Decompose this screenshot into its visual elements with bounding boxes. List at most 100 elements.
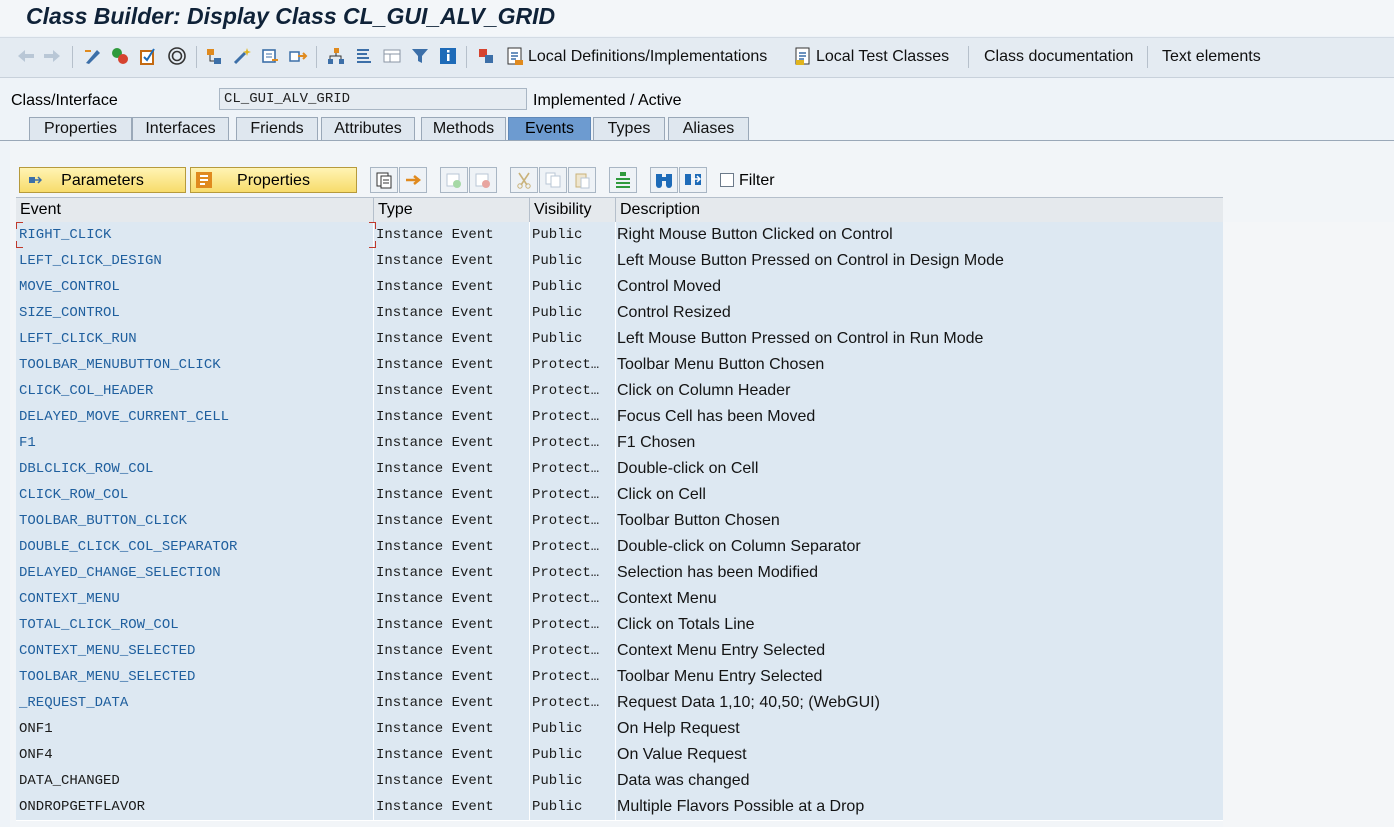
paste-icon[interactable] [568,167,596,193]
table-row[interactable]: SIZE_CONTROL Instance Event Public Control … [16,300,1223,327]
insert-row-icon[interactable] [440,167,468,193]
event-type-cell: Instance Event [374,378,530,404]
detail-view-icon[interactable] [370,167,398,193]
table-row[interactable]: ONDROPGETFLAVOR Instance Event Public Multi… [16,794,1223,821]
back-arrow-icon[interactable] [16,46,36,66]
local-definitions-icon[interactable] [504,46,526,66]
table-row[interactable]: TOOLBAR_MENU_SELECTED Instance Event Prote… [16,664,1223,691]
object-tree-icon[interactable] [325,46,347,66]
tab-friends[interactable]: Friends [236,117,318,140]
find-binoculars-icon[interactable] [650,167,678,193]
event-visibility-cell: Protect… [530,638,616,664]
column-header-event[interactable]: Event [16,198,374,223]
event-name-cell[interactable]: DBLCLICK_ROW_COL [16,456,374,482]
magic-wand-icon[interactable] [231,46,253,66]
tab-methods[interactable]: Methods [421,117,506,140]
table-row[interactable]: ONF4 Instance Event Public On Value Request [16,742,1223,769]
event-name-cell[interactable]: ONF4 [16,742,374,768]
class-documentation-button[interactable]: Class documentation [984,48,1133,66]
table-row[interactable]: TOOLBAR_MENUBUTTON_CLICK Instance Event Pr… [16,352,1223,379]
tab-properties[interactable]: Properties [29,117,132,140]
toolbar-separator [466,46,467,68]
event-name-cell[interactable]: CLICK_COL_HEADER [16,378,374,404]
table-row[interactable]: LEFT_CLICK_RUN Instance Event Public Left M… [16,326,1223,353]
class-name-field[interactable]: CL_GUI_ALV_GRID [219,88,527,110]
local-test-classes-button[interactable]: Local Test Classes [816,48,949,66]
info-icon[interactable] [437,46,459,66]
filter-funnel-icon[interactable] [409,46,431,66]
table-row[interactable]: DELAYED_MOVE_CURRENT_CELL Instance Event P… [16,404,1223,431]
event-name-cell[interactable]: SIZE_CONTROL [16,300,374,326]
event-name-cell[interactable]: TOOLBAR_BUTTON_CLICK [16,508,374,534]
tab-types[interactable]: Types [593,117,665,140]
local-test-classes-icon[interactable] [792,46,814,66]
find-next-icon[interactable] [679,167,707,193]
where-used-icon[interactable] [166,46,188,66]
text-elements-button[interactable]: Text elements [1162,48,1261,66]
event-name-cell[interactable]: TOTAL_CLICK_ROW_COL [16,612,374,638]
local-definitions-button[interactable]: Local Definitions/Implementations [528,48,767,66]
table-row[interactable]: F1 Instance Event Protect… F1 Chosen [16,430,1223,457]
tab-attributes[interactable]: Attributes [321,117,415,140]
event-name-cell[interactable]: DELAYED_MOVE_CURRENT_CELL [16,404,374,430]
window-title: Class Builder: Display Class CL_GUI_ALV_… [26,3,556,29]
delete-row-icon[interactable] [469,167,497,193]
tab-events[interactable]: Events [508,117,591,140]
column-header-type[interactable]: Type [374,198,530,223]
cut-icon[interactable] [510,167,538,193]
table-row[interactable]: TOOLBAR_BUTTON_CLICK Instance Event Protec… [16,508,1223,535]
display-change-icon[interactable] [82,46,104,66]
event-name-cell[interactable]: MOVE_CONTROL [16,274,374,300]
column-header-description[interactable]: Description [616,198,1223,223]
event-name-cell[interactable]: CONTEXT_MENU_SELECTED [16,638,374,664]
event-name-cell[interactable]: LEFT_CLICK_RUN [16,326,374,352]
table-row[interactable]: CLICK_ROW_COL Instance Event Protect… Click… [16,482,1223,509]
table-row[interactable]: DOUBLE_CLICK_COL_SEPARATOR Instance Event… [16,534,1223,561]
move-object-icon[interactable] [287,46,309,66]
event-name-cell[interactable]: TOOLBAR_MENUBUTTON_CLICK [16,352,374,378]
event-name-cell[interactable]: DOUBLE_CLICK_COL_SEPARATOR [16,534,374,560]
table-row[interactable]: DATA_CHANGED Instance Event Public Data was… [16,768,1223,795]
table-row[interactable]: CONTEXT_MENU_SELECTED Instance Event Prote… [16,638,1223,665]
table-row[interactable]: ONF1 Instance Event Public On Help Request [16,716,1223,743]
properties-button[interactable]: Properties [190,167,357,193]
parameters-button[interactable]: Parameters [19,167,186,193]
event-visibility-cell: Protect… [530,560,616,586]
event-visibility-cell: Protect… [530,404,616,430]
table-row[interactable]: DBLCLICK_ROW_COL Instance Event Protect… Do… [16,456,1223,483]
event-name-cell[interactable]: TOOLBAR_MENU_SELECTED [16,664,374,690]
table-row[interactable]: CLICK_COL_HEADER Instance Event Protect… Cl… [16,378,1223,405]
event-name-cell[interactable]: ONF1 [16,716,374,742]
sort-order-icon[interactable] [609,167,637,193]
event-name-cell[interactable]: _REQUEST_DATA [16,690,374,716]
table-row[interactable]: LEFT_CLICK_DESIGN Instance Event Public Lef… [16,248,1223,275]
table-row[interactable]: CONTEXT_MENU Instance Event Protect… Contex… [16,586,1223,613]
hierarchy-icon[interactable] [203,46,225,66]
activate-icon[interactable] [109,46,131,66]
column-header-visibility[interactable]: Visibility [530,198,616,223]
tab-interfaces[interactable]: Interfaces [132,117,229,140]
navigate-icon[interactable] [259,46,281,66]
sort-list-icon[interactable] [353,46,375,66]
event-name-cell[interactable]: DELAYED_CHANGE_SELECTION [16,560,374,586]
local-types-icon[interactable] [475,46,497,66]
event-type-cell: Instance Event [374,352,530,378]
event-name-cell[interactable]: CONTEXT_MENU [16,586,374,612]
copy-icon[interactable] [539,167,567,193]
event-name-cell[interactable]: F1 [16,430,374,456]
layout-icon[interactable] [381,46,403,66]
table-row[interactable]: TOTAL_CLICK_ROW_COL Instance Event Protect… [16,612,1223,639]
event-name-cell[interactable]: LEFT_CLICK_DESIGN [16,248,374,274]
forward-arrow-icon[interactable] [42,46,62,66]
check-object-icon[interactable] [137,46,159,66]
event-name-cell[interactable]: ONDROPGETFLAVOR [16,794,374,820]
table-row[interactable]: _REQUEST_DATA Instance Event Protect… Reque… [16,690,1223,717]
table-row[interactable]: MOVE_CONTROL Instance Event Public Control … [16,274,1223,301]
filter-checkbox[interactable] [720,173,734,187]
table-row[interactable]: DELAYED_CHANGE_SELECTION Instance Event Pr… [16,560,1223,587]
navigate-to-icon[interactable] [399,167,427,193]
event-visibility-cell: Public [530,274,616,300]
event-name-cell[interactable]: DATA_CHANGED [16,768,374,794]
event-name-cell[interactable]: CLICK_ROW_COL [16,482,374,508]
tab-aliases[interactable]: Aliases [668,117,749,140]
